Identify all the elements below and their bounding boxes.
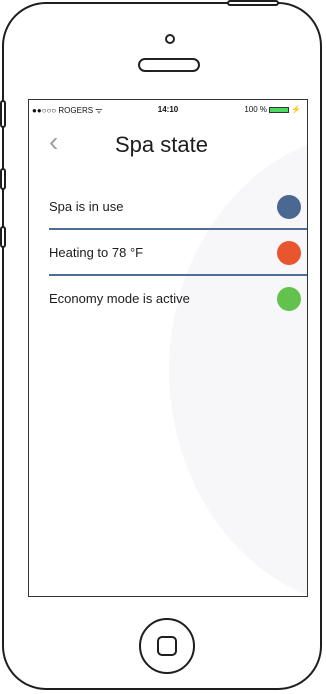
back-chevron-icon[interactable]: ‹ [49, 128, 58, 156]
nav-bar: ‹ Spa state [29, 126, 307, 166]
state-row-economy: Economy mode is active [49, 276, 301, 320]
charging-icon: ⚡ [291, 105, 301, 114]
app-screen: ●●○○○ ROGERS ᯤ 14:10 100 % ⚡ ‹ Spa state… [28, 99, 308, 597]
home-button-square [157, 636, 177, 656]
state-label: Economy mode is active [49, 291, 190, 306]
power-button [227, 0, 279, 6]
state-label: Spa is in use [49, 199, 124, 214]
status-dot-icon [277, 195, 301, 219]
page-title: Spa state [115, 132, 208, 157]
status-bar: ●●○○○ ROGERS ᯤ 14:10 100 % ⚡ [29, 100, 307, 116]
front-camera [165, 34, 175, 44]
battery-fill [270, 107, 289, 112]
battery-percent: 100 % [244, 105, 268, 114]
mute-switch [0, 100, 6, 128]
volume-up-button [0, 168, 6, 190]
state-row-heating: Heating to 78 °F [49, 230, 301, 274]
status-dot-icon [277, 241, 301, 265]
state-row-in-use: Spa is in use [49, 184, 301, 228]
state-label: Heating to 78 °F [49, 245, 144, 260]
status-dot-icon [277, 287, 301, 311]
state-list: Spa is in use Heating to 78 °F Economy m… [49, 184, 307, 320]
battery-icon [269, 106, 290, 113]
battery-status: 100 % ⚡ [244, 105, 301, 114]
volume-down-button [0, 226, 6, 248]
earpiece-speaker [138, 58, 200, 72]
home-button-icon[interactable] [139, 618, 195, 674]
